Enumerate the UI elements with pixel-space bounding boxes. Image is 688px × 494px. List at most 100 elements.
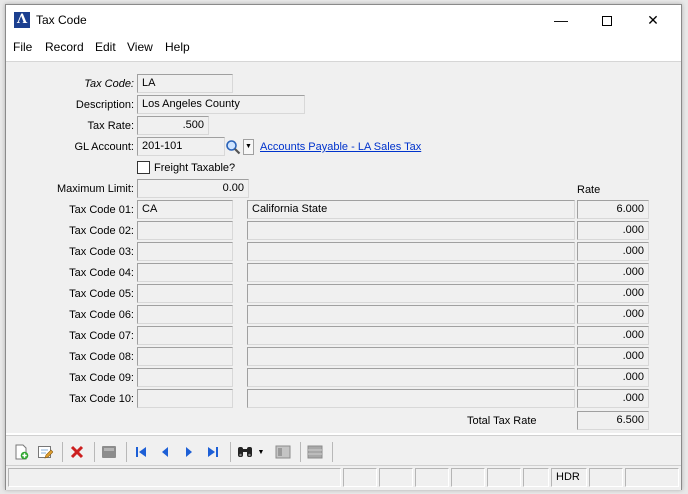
- freight-taxable-checkbox[interactable]: [137, 161, 150, 174]
- gl-account-lookup-button[interactable]: [225, 139, 241, 155]
- tax-code-row-label: Tax Code 09:: [69, 372, 134, 384]
- menu-help[interactable]: Help: [165, 40, 190, 54]
- status-bar: HDR: [6, 465, 681, 490]
- tax-code-row-description: [247, 284, 575, 303]
- tax-code-row-label: Tax Code 08:: [69, 351, 134, 363]
- tax-code-row-description: [247, 305, 575, 324]
- magnifier-icon: [226, 140, 241, 155]
- tax-code-row-label: Tax Code 06:: [69, 309, 134, 321]
- new-record-button[interactable]: [12, 443, 30, 461]
- status-pane: [487, 468, 521, 487]
- minimize-button[interactable]: —: [538, 5, 584, 36]
- menu-file[interactable]: File: [13, 40, 32, 54]
- maximum-limit-field[interactable]: 0.00: [137, 179, 249, 198]
- first-record-icon: [136, 447, 146, 457]
- status-pane: [415, 468, 449, 487]
- tax-code-row-label: Tax Code 01:: [69, 204, 134, 216]
- gl-account-link[interactable]: Accounts Payable - LA Sales Tax: [260, 141, 421, 153]
- gl-account-dropdown-button[interactable]: ▼: [243, 139, 254, 155]
- status-mode: HDR: [551, 468, 587, 487]
- tax-code-row-code[interactable]: [137, 305, 233, 324]
- tax-code-row-code[interactable]: [137, 242, 233, 261]
- tax-code-row-description: [247, 263, 575, 282]
- list-button[interactable]: [274, 443, 292, 461]
- window-title: Tax Code: [36, 13, 87, 27]
- find-button[interactable]: [236, 443, 254, 461]
- status-pane: [379, 468, 413, 487]
- last-record-icon: [208, 447, 218, 457]
- tax-code-window: Λ Tax Code — ✕ File Record Edit View Hel…: [5, 4, 682, 490]
- find-dropdown-icon[interactable]: ▼: [256, 443, 266, 461]
- tax-code-row-description: California State: [247, 200, 575, 219]
- toolbar: ▼: [6, 435, 681, 465]
- tax-code-row-label: Tax Code 05:: [69, 288, 134, 300]
- tax-code-row-rate: .000: [577, 326, 649, 345]
- tax-code-row-rate: .000: [577, 221, 649, 240]
- edit-record-icon: [38, 446, 53, 459]
- new-record-icon: [15, 444, 29, 460]
- tax-code-row-label: Tax Code 02:: [69, 225, 134, 237]
- next-record-icon: [186, 447, 192, 457]
- menu-record[interactable]: Record: [45, 40, 84, 54]
- tax-code-row-rate: .000: [577, 389, 649, 408]
- tax-code-row-label: Tax Code 03:: [69, 246, 134, 258]
- gl-account-field[interactable]: 201-101: [137, 137, 225, 156]
- tax-code-row-label: Tax Code 07:: [69, 330, 134, 342]
- tax-code-field[interactable]: LA: [137, 74, 233, 93]
- tax-code-row-rate: .000: [577, 263, 649, 282]
- tax-code-row-code[interactable]: [137, 326, 233, 345]
- tax-code-row-code[interactable]: [137, 263, 233, 282]
- gl-account-label: GL Account:: [74, 141, 134, 153]
- delete-button[interactable]: [68, 443, 86, 461]
- tax-code-row-label: Tax Code 10:: [69, 393, 134, 405]
- previous-record-button[interactable]: [156, 443, 174, 461]
- next-record-button[interactable]: [180, 443, 198, 461]
- tax-code-row-rate: .000: [577, 305, 649, 324]
- status-pane: [523, 468, 549, 487]
- status-pane: [589, 468, 623, 487]
- tax-code-row-code[interactable]: [137, 347, 233, 366]
- maximize-button[interactable]: [584, 5, 630, 36]
- tax-code-row-code[interactable]: [137, 368, 233, 387]
- tax-code-row-description: [247, 221, 575, 240]
- list-icon: [275, 445, 291, 459]
- first-record-button[interactable]: [132, 443, 150, 461]
- maximum-limit-label: Maximum Limit:: [56, 183, 134, 195]
- tax-code-row-description: [247, 389, 575, 408]
- tax-code-row-label: Tax Code 04:: [69, 267, 134, 279]
- edit-record-button[interactable]: [36, 443, 54, 461]
- tax-code-row-code[interactable]: [137, 221, 233, 240]
- tax-code-row-rate: 6.000: [577, 200, 649, 219]
- tax-rate-label: Tax Rate:: [87, 120, 134, 132]
- tax-code-row-code[interactable]: [137, 389, 233, 408]
- description-label: Description:: [75, 99, 134, 111]
- total-tax-rate-label: Total Tax Rate: [467, 415, 537, 427]
- total-tax-rate-field: 6.500: [577, 411, 649, 430]
- grid-icon: [307, 445, 323, 459]
- tax-code-row-description: [247, 368, 575, 387]
- menu-edit[interactable]: Edit: [95, 40, 116, 54]
- menu-bar: File Record Edit View Help: [6, 36, 681, 58]
- tax-rate-field[interactable]: .500: [137, 116, 209, 135]
- menu-view[interactable]: View: [127, 40, 153, 54]
- delete-icon: [70, 445, 84, 459]
- save-button[interactable]: [100, 443, 118, 461]
- status-pane: [625, 468, 679, 487]
- tax-code-label: Tax Code:: [84, 78, 134, 90]
- tax-code-row-description: [247, 326, 575, 345]
- tax-code-row-code[interactable]: CA: [137, 200, 233, 219]
- find-icon: [238, 447, 252, 457]
- status-pane-main: [8, 468, 341, 487]
- status-pane: [451, 468, 485, 487]
- close-button[interactable]: ✕: [630, 5, 676, 36]
- tax-code-row-code[interactable]: [137, 284, 233, 303]
- form-area: Tax Code: LA Description: Los Angeles Co…: [6, 61, 681, 433]
- save-icon: [102, 446, 116, 458]
- tax-code-row-rate: .000: [577, 368, 649, 387]
- last-record-button[interactable]: [204, 443, 222, 461]
- title-bar: Λ Tax Code — ✕: [6, 5, 681, 36]
- grid-button[interactable]: [306, 443, 324, 461]
- tax-code-row-rate: .000: [577, 347, 649, 366]
- description-field[interactable]: Los Angeles County: [137, 95, 305, 114]
- previous-record-icon: [162, 447, 168, 457]
